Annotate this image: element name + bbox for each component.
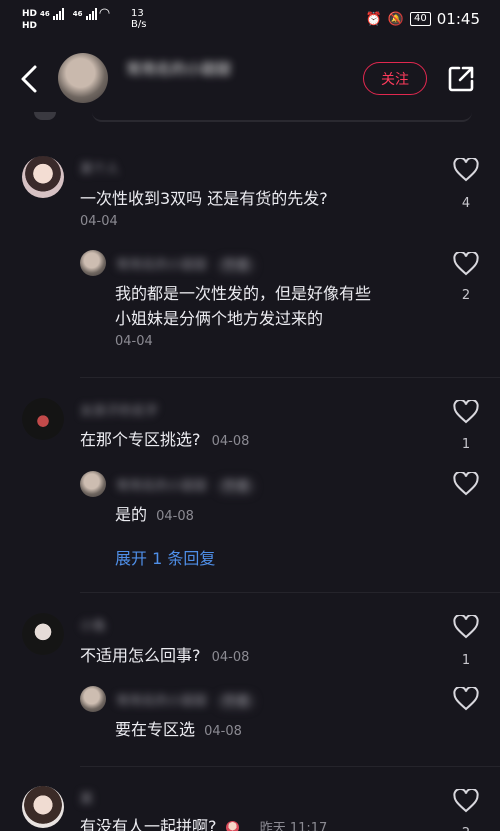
heart-icon[interactable] xyxy=(453,687,479,711)
clock: 01:45 xyxy=(436,10,480,28)
previous-avatar-edge xyxy=(34,112,56,120)
reply-date: 04-08 xyxy=(204,724,242,739)
speed-value: 13 xyxy=(131,8,144,19)
comment-date: 04-08 xyxy=(211,650,250,665)
like-button[interactable] xyxy=(451,400,481,424)
reply-text-body: 是的 xyxy=(115,505,148,524)
mute-icon: 🔕 xyxy=(387,11,405,27)
comment-username[interactable]: 小鱼 xyxy=(80,615,106,634)
comment-divider xyxy=(80,766,500,767)
heart-icon[interactable] xyxy=(453,400,479,424)
user-avatar[interactable] xyxy=(22,398,64,440)
reply-username[interactable]: 常用名的小甜甜 作者 xyxy=(116,475,256,495)
expand-replies-link[interactable]: 展开 1 条回复 xyxy=(115,545,215,569)
speed-unit: B/s xyxy=(131,19,147,30)
comment-username[interactable]: 某 xyxy=(80,788,93,807)
like-button[interactable] xyxy=(451,789,481,813)
sticker-icon xyxy=(225,821,239,831)
reply-avatar[interactable] xyxy=(80,250,106,276)
comment-text[interactable]: 有没有人一起拼啊? 昨天 11:17 xyxy=(80,814,327,831)
sim1-label: HD xyxy=(22,9,38,19)
heart-icon[interactable] xyxy=(453,472,479,496)
wifi-icon: ◠ xyxy=(99,6,110,21)
reply-date: 04-04 xyxy=(115,334,153,349)
heart-icon[interactable] xyxy=(453,252,479,276)
share-icon[interactable] xyxy=(447,65,475,93)
signal-area: HD 46 46 ◠ HD xyxy=(22,7,110,32)
comment-text-body: 在那个专区挑选? xyxy=(80,430,201,449)
reply-avatar[interactable] xyxy=(80,686,106,712)
follow-button[interactable]: 关注 xyxy=(363,62,427,95)
user-avatar[interactable] xyxy=(22,156,64,198)
reply-name-text: 常用名的小甜甜 xyxy=(116,479,208,494)
comment-username[interactable]: 某个人 xyxy=(80,158,119,177)
previous-comment-edge xyxy=(92,112,472,122)
reply-like-button[interactable] xyxy=(451,472,481,496)
net2-label: 46 xyxy=(72,10,83,18)
header: 常用名的小甜甜 关注 xyxy=(0,40,500,118)
user-avatar[interactable] xyxy=(22,786,64,828)
comment-text[interactable]: 在那个专区挑选? 04-08 xyxy=(80,427,249,454)
comment-divider xyxy=(80,377,500,378)
signal-icon xyxy=(52,8,64,20)
sim2-label: HD xyxy=(22,21,38,31)
back-arrow-icon[interactable] xyxy=(17,62,41,96)
like-count: 1 xyxy=(461,437,471,452)
reply-like-button[interactable] xyxy=(451,252,481,276)
reply-text-line2[interactable]: 小姐妹是分俩个地方发过来的 xyxy=(115,306,323,331)
author-tag: 作者 xyxy=(217,693,256,710)
like-count: 2 xyxy=(451,826,481,831)
author-tag: 作者 xyxy=(217,257,256,274)
author-avatar[interactable] xyxy=(58,53,108,103)
reply-username[interactable]: 常用名的小甜甜 作者 xyxy=(116,254,256,274)
like-button[interactable] xyxy=(451,158,481,182)
like-count: 4 xyxy=(461,196,471,211)
author-name[interactable]: 常用名的小甜甜 xyxy=(126,58,231,79)
like-button[interactable] xyxy=(451,615,481,639)
heart-icon[interactable] xyxy=(453,158,479,182)
heart-icon[interactable] xyxy=(453,615,479,639)
heart-icon[interactable] xyxy=(453,789,479,813)
reply-username[interactable]: 常用名的小甜甜 作者 xyxy=(116,690,256,710)
status-right: ⏰ 🔕 40 01:45 xyxy=(366,10,480,28)
comment-text[interactable]: 不适用怎么回事? 04-08 xyxy=(80,643,249,670)
reply-date: 04-08 xyxy=(156,509,194,524)
reply-avatar[interactable] xyxy=(80,471,106,497)
comment-date: 04-08 xyxy=(211,434,250,449)
status-bar: HD 46 46 ◠ HD 13 B/s ⏰ 🔕 40 01:45 xyxy=(0,0,500,40)
comment-text-body: 有没有人一起拼啊? xyxy=(80,817,217,831)
reply-text[interactable]: 是的 04-08 xyxy=(115,502,194,529)
reply-text[interactable]: 要在专区选 04-08 xyxy=(115,717,242,744)
reply-like-button[interactable] xyxy=(451,687,481,711)
comment-date: 昨天 11:17 xyxy=(259,821,328,831)
alarm-icon: ⏰ xyxy=(365,11,382,27)
reply-like-count: 2 xyxy=(461,288,471,303)
like-count: 1 xyxy=(461,653,471,668)
user-avatar[interactable] xyxy=(22,613,64,655)
reply-text-line1[interactable]: 我的都是一次性发的，但是好像有些 xyxy=(115,281,371,306)
net-speed: 13 B/s xyxy=(131,8,146,30)
comment-username[interactable]: 女孩子的名字 xyxy=(80,400,158,419)
battery-icon: 40 xyxy=(410,12,431,26)
comment-date: 04-04 xyxy=(80,214,118,229)
reply-text-body: 要在专区选 xyxy=(115,720,196,739)
net1-label: 46 xyxy=(40,10,50,18)
comment-text[interactable]: 一次性收到3双吗 还是有货的先发? xyxy=(80,186,328,211)
comment-divider xyxy=(80,592,500,593)
signal2-icon xyxy=(85,8,97,20)
reply-name-text: 常用名的小甜甜 xyxy=(116,258,208,273)
reply-name-text: 常用名的小甜甜 xyxy=(116,694,208,709)
author-tag: 作者 xyxy=(217,478,256,495)
comment-text-body: 不适用怎么回事? xyxy=(80,646,201,665)
